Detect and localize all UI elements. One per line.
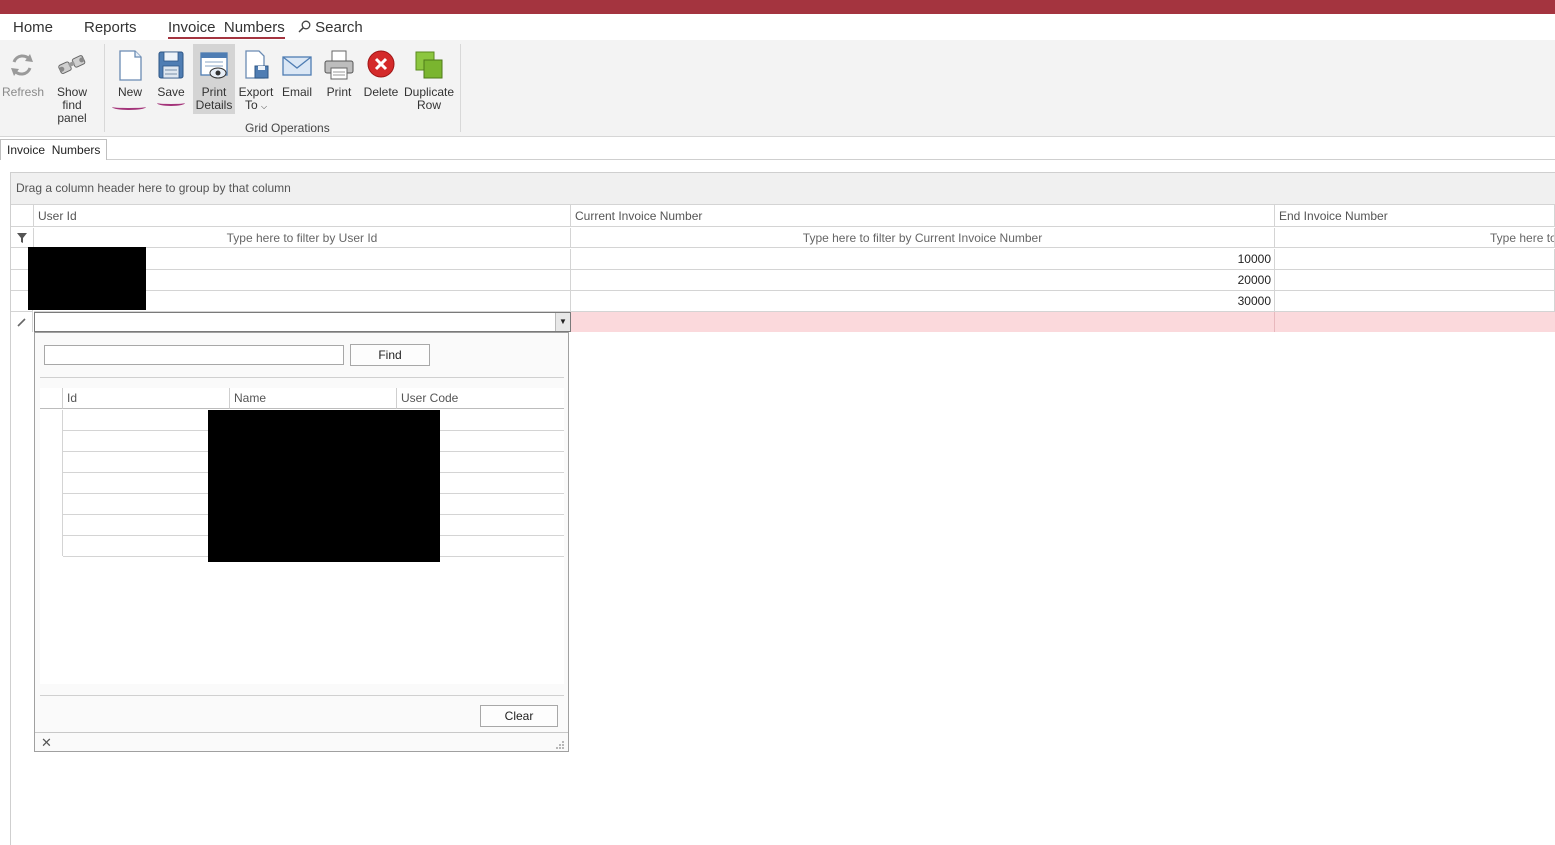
new-label: New (117, 85, 142, 99)
lookup-column-name[interactable]: Name (230, 388, 397, 409)
print-label: Print (326, 85, 352, 99)
email-icon (281, 48, 313, 82)
title-bar (0, 0, 1555, 14)
annotation-underline-save (157, 100, 185, 106)
printer-icon (323, 48, 355, 82)
header-indicator-cell (11, 205, 34, 227)
popup-footer-divider (40, 695, 564, 696)
lookup-row-indicator-border (62, 410, 63, 556)
lookup-column-user-code[interactable]: User Code (397, 388, 564, 409)
column-header-current-invoice-number[interactable]: Current Invoice Number (571, 205, 1275, 227)
redacted-user-ids (28, 247, 146, 310)
filter-icon[interactable] (11, 228, 34, 248)
ribbon-separator (104, 44, 105, 132)
save-icon (155, 48, 187, 82)
menu-tab-invoice-numbers[interactable]: Invoice Numbers (168, 19, 285, 39)
cell-current-invoice-number[interactable]: 30000 (571, 291, 1275, 312)
export-to-button[interactable]: Export To ⌵ (238, 44, 274, 114)
group-panel-text: Drag a column header here to group by th… (16, 181, 291, 195)
show-find-panel-button[interactable]: Show find panel (46, 44, 98, 125)
refresh-icon (6, 48, 38, 82)
document-tab-bar (0, 137, 1555, 160)
group-panel[interactable]: Drag a column header here to group by th… (11, 173, 1555, 205)
search-label: Search (315, 19, 363, 36)
lookup-header-indicator (40, 388, 63, 409)
menu-tab-reports[interactable]: Reports (84, 19, 137, 36)
duplicate-row-button[interactable]: Duplicate Row (404, 44, 454, 114)
grid-operations-group-label: Grid Operations (245, 121, 330, 135)
document-tab-invoice-numbers[interactable]: Invoice Numbers (0, 139, 108, 160)
redacted-lookup-names (208, 410, 440, 562)
dropdown-chevron-icon[interactable]: ▼ (555, 313, 570, 331)
duplicate-icon (413, 48, 445, 82)
cell-end-invoice-number[interactable] (1275, 249, 1555, 270)
new-document-icon (114, 48, 146, 82)
popup-divider (40, 377, 564, 378)
menu-tab-search[interactable]: Search (298, 19, 363, 36)
column-header-user-id[interactable]: User Id (34, 205, 571, 227)
refresh-label: Refresh (2, 85, 45, 99)
new-row-end-invoice-number[interactable] (1275, 312, 1555, 332)
show-find-panel-label-line1: Show find (56, 85, 88, 112)
print-details-button[interactable]: Print Details (193, 44, 235, 114)
email-label: Email (281, 85, 312, 99)
annotation-underline-new (112, 104, 146, 110)
clear-button[interactable]: Clear (480, 705, 558, 727)
cell-end-invoice-number[interactable] (1275, 270, 1555, 291)
resize-grip-icon[interactable] (555, 737, 565, 755)
print-details-label-line2: Details (195, 98, 233, 112)
ribbon-separator (460, 44, 461, 132)
lookup-column-id[interactable]: Id (63, 388, 230, 409)
new-row-current-invoice-number[interactable] (571, 312, 1275, 332)
print-button[interactable]: Print (321, 44, 357, 114)
delete-button[interactable]: Delete (362, 44, 400, 114)
popup-status-divider (35, 732, 568, 733)
ribbon: Refresh Show find panel New Save Print D… (0, 40, 1555, 137)
pencil-icon (17, 318, 26, 327)
duplicate-row-label-line2: Row (416, 98, 441, 112)
menu-tab-home[interactable]: Home (13, 19, 53, 36)
save-label: Save (157, 85, 185, 99)
column-header-end-invoice-number[interactable]: End Invoice Number (1275, 205, 1555, 227)
binoculars-icon (56, 48, 88, 82)
filter-current-invoice-number[interactable]: Type here to filter by Current Invoice N… (571, 228, 1275, 248)
show-find-panel-label-line2: panel (57, 111, 87, 125)
chevron-down-icon: ⌵ (260, 102, 268, 111)
email-button[interactable]: Email (279, 44, 315, 114)
cell-end-invoice-number[interactable] (1275, 291, 1555, 312)
user-id-lookup-editor[interactable]: ▼ (34, 312, 571, 332)
new-row-indicator (11, 312, 33, 332)
cell-current-invoice-number[interactable]: 20000 (571, 270, 1275, 291)
cell-current-invoice-number[interactable]: 10000 (571, 249, 1275, 270)
find-button[interactable]: Find (350, 344, 430, 366)
refresh-button[interactable]: Refresh (2, 44, 45, 114)
lookup-search-input[interactable] (44, 345, 344, 365)
search-icon (298, 20, 311, 33)
export-icon (240, 48, 272, 82)
filter-end-invoice-number[interactable]: Type here to f (1275, 228, 1555, 248)
filter-user-id[interactable]: Type here to filter by User Id (34, 228, 571, 248)
delete-icon (365, 48, 397, 82)
delete-label: Delete (363, 85, 399, 99)
export-to-label-line2: To ⌵ (244, 98, 268, 112)
close-popup-icon[interactable]: ✕ (41, 735, 52, 751)
print-details-icon (198, 48, 230, 82)
